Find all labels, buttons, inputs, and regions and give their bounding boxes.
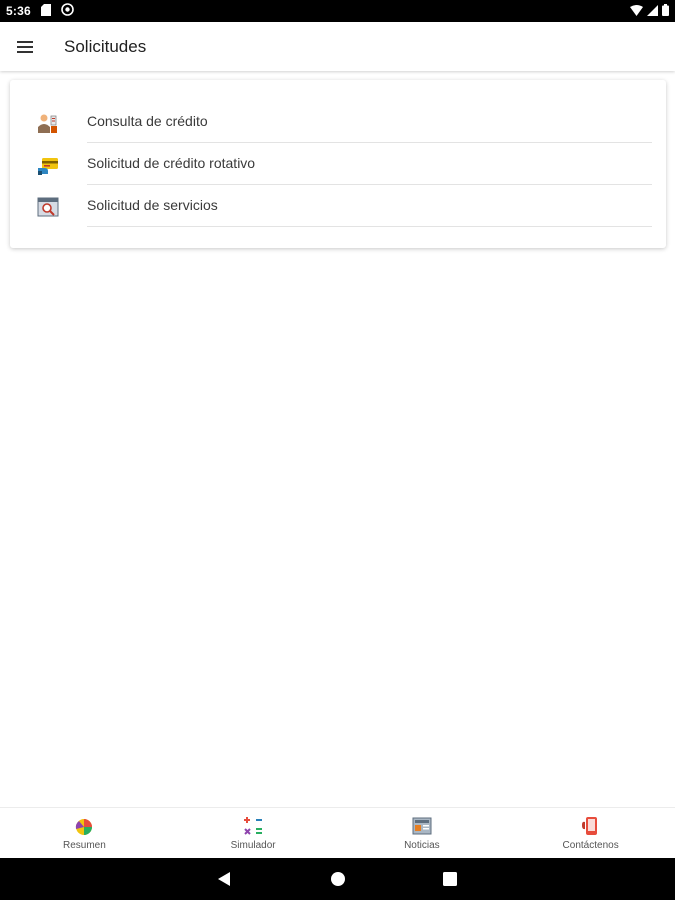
nav-label: Simulador	[230, 840, 276, 851]
nav-item-simulador[interactable]: Simulador	[169, 808, 338, 859]
menu-icon	[17, 40, 33, 53]
contact-phone-icon	[581, 817, 597, 835]
signal-icon	[647, 4, 658, 19]
credit-query-icon	[38, 114, 57, 133]
list-item-solicitud-servicios[interactable]: Solicitud de servicios	[10, 185, 666, 227]
nav-label: Resumen	[62, 840, 106, 851]
calculator-icon	[244, 817, 263, 835]
back-button[interactable]	[214, 869, 234, 889]
back-icon	[218, 872, 230, 886]
divider	[87, 226, 652, 227]
status-time: 5:36	[6, 4, 31, 18]
page-title: Solicitudes	[64, 36, 147, 56]
status-bar: 5:36	[0, 0, 675, 22]
nav-item-noticias[interactable]: Noticias	[338, 808, 507, 859]
home-icon	[331, 872, 345, 886]
nav-item-contactenos[interactable]: Contáctenos	[506, 808, 675, 859]
list-item-credito-rotativo[interactable]: Solicitud de crédito rotativo	[10, 143, 666, 185]
battery-icon	[662, 3, 669, 19]
nav-item-resumen[interactable]: Resumen	[0, 808, 169, 859]
system-nav-bar	[0, 858, 675, 900]
list-item-label: Solicitud de crédito rotativo	[87, 155, 256, 171]
services-request-icon	[37, 197, 59, 217]
app-bar: Solicitudes	[0, 22, 675, 71]
menu-button[interactable]	[13, 35, 37, 59]
recents-button[interactable]	[440, 869, 460, 889]
screen: 5:36 Solicitudes Consulta de crédito Sol…	[0, 0, 675, 900]
list-item-label: Solicitud de servicios	[87, 197, 218, 213]
summary-chart-icon	[76, 819, 93, 835]
requests-card: Consulta de crédito Solicitud de crédito…	[10, 80, 666, 248]
nav-label: Contáctenos	[562, 840, 619, 851]
revolving-credit-icon	[38, 158, 58, 175]
news-icon	[412, 817, 432, 835]
list-item-consulta-credito[interactable]: Consulta de crédito	[10, 101, 666, 143]
home-button[interactable]	[328, 869, 348, 889]
sd-card-icon	[40, 3, 51, 19]
recents-icon	[443, 872, 457, 886]
wifi-icon	[630, 4, 643, 19]
status-bar-left: 5:36	[6, 3, 74, 19]
nav-label: Noticias	[404, 840, 440, 851]
bottom-nav: Resumen Simulador Noticias Contáctenos	[0, 807, 675, 859]
sync-icon	[61, 3, 74, 19]
status-bar-right	[630, 3, 669, 19]
list-item-label: Consulta de crédito	[87, 113, 208, 129]
